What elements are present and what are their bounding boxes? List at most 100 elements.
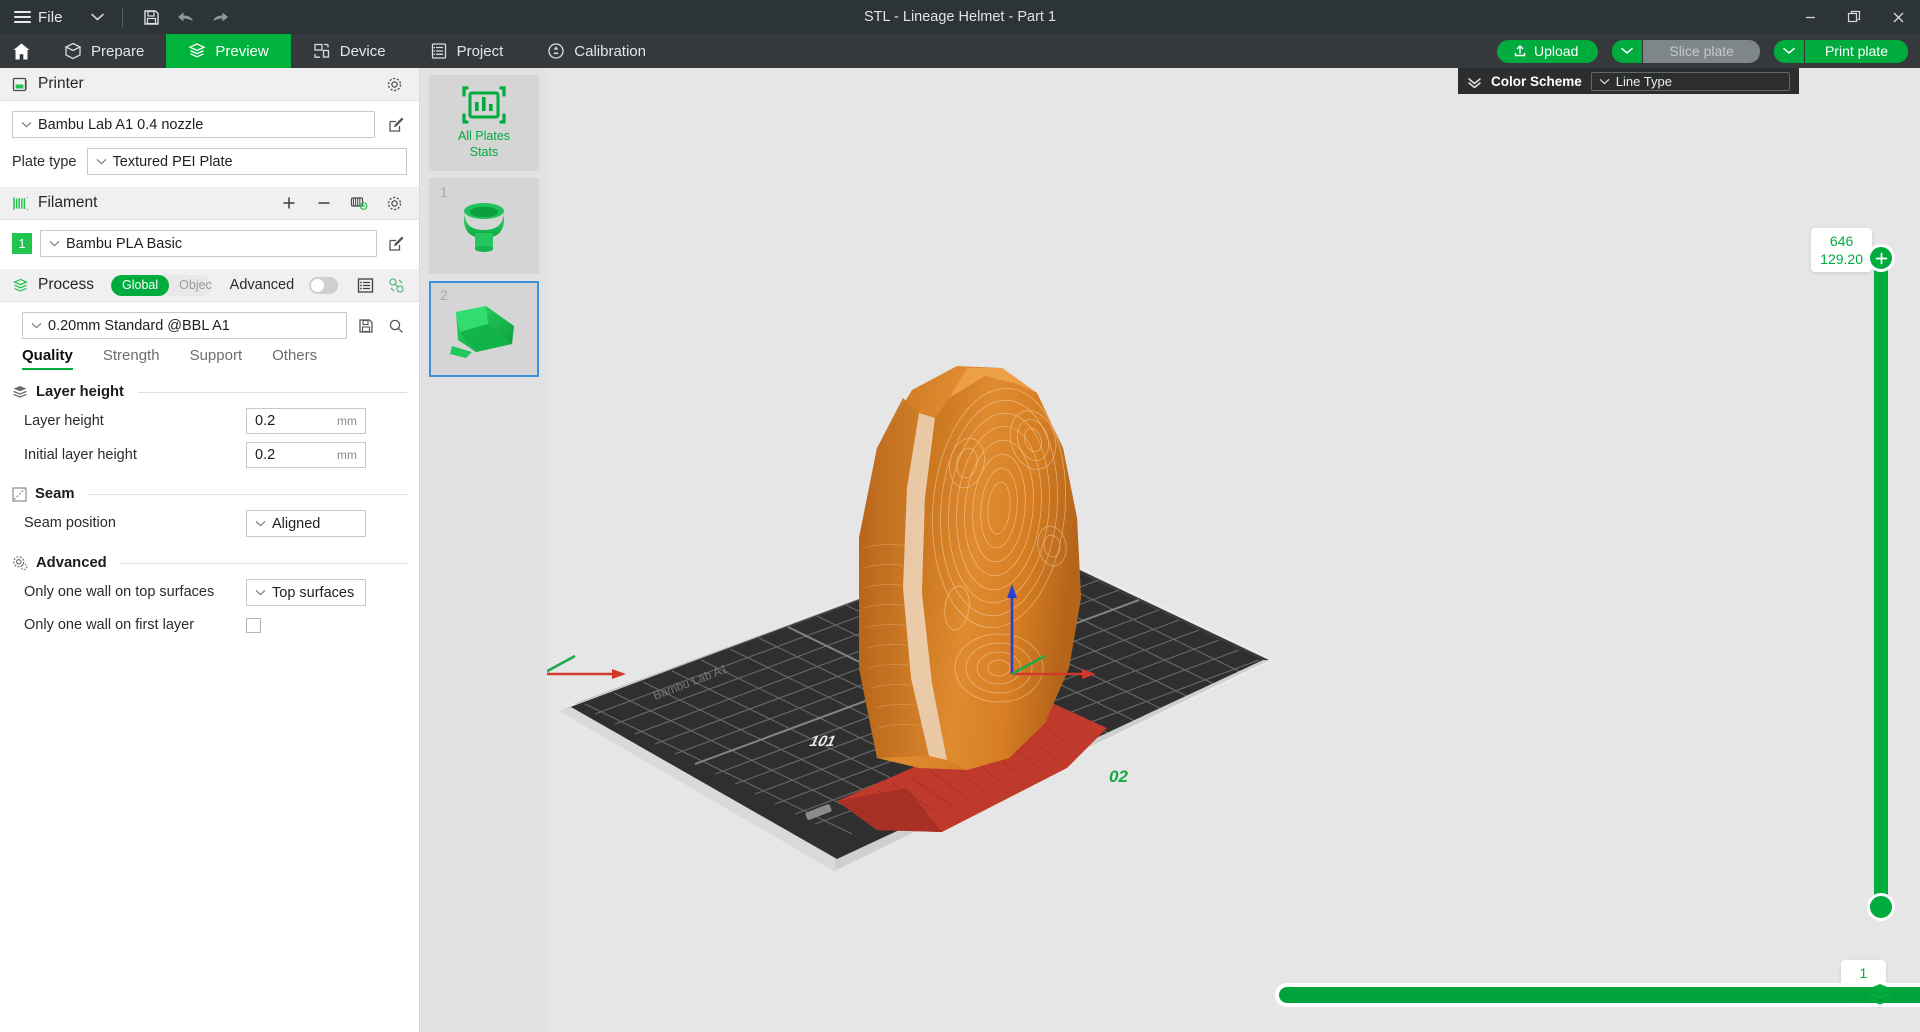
- upload-button[interactable]: Upload: [1497, 40, 1598, 63]
- tab-others[interactable]: Others: [272, 347, 335, 370]
- plate-thumbnail-1[interactable]: 1: [429, 178, 539, 274]
- plate-thumbnail-2[interactable]: 2: [429, 281, 539, 377]
- slice-plate-dropdown-button[interactable]: [1612, 40, 1642, 63]
- tab-calibration[interactable]: Calibration: [525, 34, 668, 68]
- printer-select-value: Bambu Lab A1 0.4 nozzle: [38, 117, 203, 133]
- add-filament-icon[interactable]: [276, 190, 302, 216]
- filament-index-badge[interactable]: 1: [12, 233, 32, 254]
- one-wall-top-surfaces-select[interactable]: Top surfaces: [246, 579, 366, 606]
- advanced-gear-icon: [12, 555, 28, 571]
- tab-support[interactable]: Support: [190, 347, 261, 370]
- plate-type-select[interactable]: Textured PEI Plate: [87, 148, 408, 175]
- scope-global-option[interactable]: Global: [111, 275, 169, 296]
- process-preset-select[interactable]: 0.20mm Standard @BBL A1: [22, 312, 347, 339]
- edit-filament-icon[interactable]: [385, 236, 407, 252]
- chevron-down-icon: [1783, 47, 1795, 55]
- chevron-down-icon: [31, 322, 42, 329]
- tab-project-label: Project: [457, 43, 504, 60]
- advanced-mode-label: Advanced: [230, 277, 295, 293]
- field-label: Only one wall on first layer: [24, 616, 246, 634]
- file-menu-label: File: [38, 9, 63, 26]
- chevron-down-icon[interactable]: [83, 9, 112, 25]
- field-label: Only one wall on top surfaces: [24, 583, 246, 601]
- home-button[interactable]: [0, 34, 42, 68]
- main-menu-button[interactable]: File: [14, 9, 63, 26]
- tab-prepare-label: Prepare: [91, 43, 144, 60]
- undo-arrow-icon[interactable]: [169, 4, 203, 30]
- layer-slider-lower-handle[interactable]: [1867, 893, 1895, 921]
- title-bar: File STL - Lineage Helmet - Part 1: [0, 0, 1920, 34]
- color-scheme-select[interactable]: Line Type: [1591, 72, 1790, 91]
- layer-slider-upper-handle[interactable]: [1867, 244, 1895, 272]
- group-title-text: Advanced: [36, 555, 107, 571]
- process-tabs: Quality Strength Support Others: [0, 347, 419, 370]
- filament-select[interactable]: Bambu PLA Basic: [40, 230, 377, 257]
- search-icon[interactable]: [385, 318, 407, 334]
- move-slider-shell[interactable]: [1275, 983, 1920, 1007]
- bottom-layer-number: 1: [1850, 964, 1877, 982]
- upload-arrow-icon: [1513, 44, 1527, 58]
- plate-thumbnail-list: All Plates Stats 1 2: [421, 68, 547, 1032]
- plus-icon: [1874, 251, 1889, 266]
- layer-height-icon: [12, 385, 28, 399]
- group-title-text: Seam: [35, 486, 75, 502]
- tab-strength[interactable]: Strength: [103, 347, 178, 370]
- process-scope-toggle[interactable]: Global Objects: [111, 275, 212, 296]
- printer-select[interactable]: Bambu Lab A1 0.4 nozzle: [12, 111, 375, 138]
- advanced-mode-toggle[interactable]: [309, 277, 337, 294]
- layer-range-slider[interactable]: [1874, 258, 1888, 907]
- tab-quality[interactable]: Quality: [22, 347, 91, 370]
- print-plate-button[interactable]: Print plate: [1805, 40, 1908, 63]
- filament-settings-gear-icon[interactable]: [381, 190, 407, 216]
- field-layer-height: Layer height 0.2 mm: [0, 404, 419, 438]
- plate-number: 2: [440, 287, 448, 303]
- 3d-preview-viewport[interactable]: Bambu Lab A1 101: [547, 68, 1920, 1032]
- tab-preview-label: Preview: [215, 43, 268, 60]
- layers-stack-button[interactable]: [1866, 982, 1896, 1010]
- printer-settings-gear-icon[interactable]: [381, 71, 407, 97]
- group-seam-title: Seam: [0, 486, 419, 502]
- layers-stack-icon: [1866, 982, 1894, 1008]
- seam-position-select[interactable]: Aligned: [246, 510, 366, 537]
- all-plates-label: All Plates Stats: [458, 129, 510, 160]
- double-chevron-up-icon[interactable]: [1467, 75, 1482, 88]
- save-icon[interactable]: [135, 4, 169, 30]
- printer-icon: [12, 76, 29, 93]
- tab-device[interactable]: Device: [291, 34, 408, 68]
- move-range-slider[interactable]: 12: [1275, 983, 1920, 1007]
- remove-filament-icon[interactable]: [311, 190, 337, 216]
- all-plates-stats-card[interactable]: All Plates Stats: [429, 75, 539, 171]
- build-plate-scene: Bambu Lab A1 101: [547, 68, 1920, 1032]
- settings-sidebar: Printer Bambu Lab A1 0.4 nozzle Plate ty…: [0, 68, 420, 1032]
- layers-icon: [188, 42, 206, 60]
- field-unit: mm: [337, 414, 357, 428]
- edit-printer-icon[interactable]: [385, 117, 407, 133]
- plate-1-model-preview: [448, 193, 520, 259]
- close-button[interactable]: [1876, 0, 1920, 34]
- layer-height-input[interactable]: 0.2 mm: [246, 408, 366, 434]
- tab-prepare[interactable]: Prepare: [42, 34, 166, 68]
- restore-button[interactable]: [1832, 0, 1876, 34]
- layer-slider-track[interactable]: [1874, 258, 1888, 907]
- field-initial-layer-height: Initial layer height 0.2 mm: [0, 438, 419, 472]
- list-view-icon[interactable]: [355, 272, 377, 298]
- compare-icon[interactable]: [385, 272, 407, 298]
- scope-objects-option[interactable]: Objects: [169, 278, 212, 292]
- seam-icon: [12, 487, 27, 502]
- redo-arrow-icon[interactable]: [203, 4, 237, 30]
- stats-chart-icon: [461, 85, 507, 125]
- color-scheme-value: Line Type: [1616, 74, 1672, 89]
- tab-calibration-label: Calibration: [574, 43, 646, 60]
- print-plate-dropdown-button[interactable]: [1774, 40, 1804, 63]
- top-layer-number: 646: [1820, 232, 1863, 250]
- chevron-down-icon: [255, 589, 266, 596]
- one-wall-first-layer-checkbox[interactable]: [246, 618, 261, 633]
- tab-project[interactable]: Project: [408, 34, 526, 68]
- field-label: Initial layer height: [24, 446, 246, 464]
- save-preset-icon[interactable]: [355, 318, 377, 334]
- tab-preview[interactable]: Preview: [166, 34, 290, 68]
- field-label: Layer height: [24, 412, 246, 430]
- filament-sync-icon[interactable]: [346, 190, 372, 216]
- minimize-button[interactable]: [1788, 0, 1832, 34]
- initial-layer-height-input[interactable]: 0.2 mm: [246, 442, 366, 468]
